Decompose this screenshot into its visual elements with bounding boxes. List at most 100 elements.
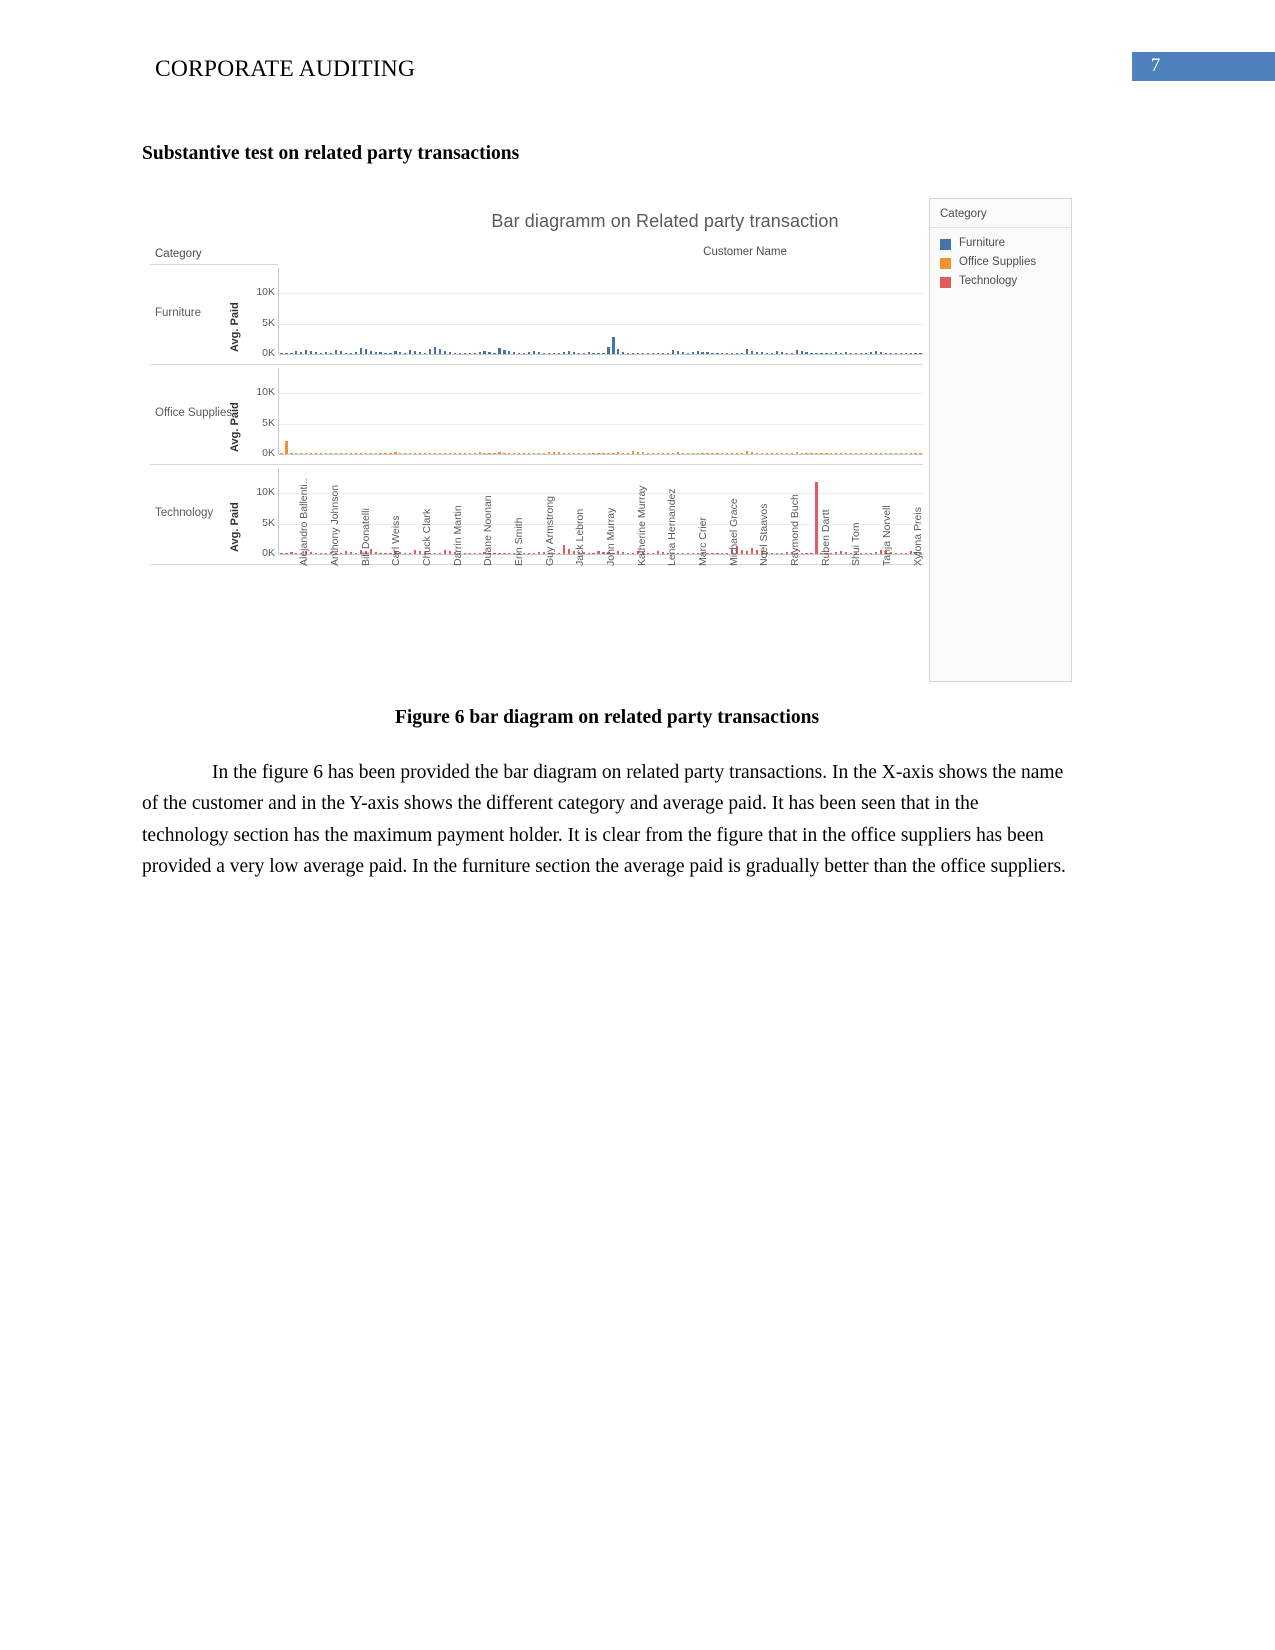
bar (572, 352, 575, 354)
bar (562, 545, 565, 554)
bar (582, 353, 585, 354)
bar (334, 453, 338, 454)
bar (409, 453, 412, 454)
y-tick-label: 5K (262, 416, 275, 429)
bar (627, 352, 630, 354)
bar (716, 453, 719, 454)
bar (805, 351, 808, 354)
x-axis-label: Shui Tom (850, 522, 863, 566)
chart-title: Bar diagramm on Related party transactio… (491, 211, 839, 231)
bar (315, 351, 318, 354)
bar (364, 349, 367, 354)
bar (627, 453, 630, 454)
bar (389, 452, 392, 454)
bar (632, 553, 635, 554)
x-axis-label: Lena Hernandez (666, 488, 679, 566)
bar (666, 453, 669, 454)
bar (285, 553, 288, 554)
x-axis-label: Marc Crier (697, 517, 709, 566)
bar (562, 351, 565, 354)
bar (310, 453, 313, 454)
bar (726, 453, 729, 454)
bar (681, 352, 684, 354)
bar (780, 453, 783, 454)
bar (666, 353, 669, 354)
bar (384, 553, 387, 554)
bar (468, 353, 471, 354)
x-axis-label: Anthony Johnson (329, 484, 341, 566)
bar (349, 453, 352, 454)
bar (508, 552, 511, 554)
bar (379, 453, 382, 454)
bar (706, 453, 709, 454)
x-axis-label: Tanja Norvell (881, 505, 893, 566)
bar (483, 351, 486, 354)
bar (443, 350, 447, 354)
bar (280, 353, 283, 354)
bar (478, 352, 481, 354)
bar (721, 352, 724, 354)
bar (899, 353, 902, 354)
gridline (279, 423, 923, 425)
bar (874, 452, 878, 454)
bar (429, 453, 432, 454)
bar (701, 453, 704, 454)
bar (344, 452, 347, 454)
bar (632, 451, 635, 454)
bar (760, 352, 764, 354)
bar (746, 551, 749, 554)
bar (513, 352, 516, 354)
bar (300, 453, 303, 454)
row-field-label: Category (155, 248, 202, 260)
bar (547, 452, 551, 454)
bar (463, 553, 466, 554)
bar (741, 550, 744, 554)
bar (503, 452, 506, 454)
bar (651, 553, 655, 554)
bar (661, 552, 665, 554)
bar (448, 550, 452, 554)
bar (473, 453, 476, 454)
bar (537, 352, 541, 354)
bar (567, 549, 570, 554)
bar (815, 352, 818, 354)
bar (825, 453, 828, 454)
bar (691, 352, 694, 354)
bar (562, 452, 565, 454)
bar (533, 350, 536, 354)
legend-title: Category (940, 208, 987, 220)
bar (835, 552, 838, 554)
bar (869, 452, 873, 454)
bar (409, 350, 412, 354)
bar (642, 353, 645, 354)
bar (780, 352, 783, 354)
bar (864, 353, 868, 354)
bar (295, 351, 298, 354)
bar (899, 453, 902, 454)
bar (607, 347, 610, 354)
legend-swatch-icon (940, 258, 951, 269)
bar (874, 551, 878, 554)
y-tick-label: 5K (262, 516, 275, 529)
x-axis-label: Katherine Murray (635, 485, 648, 566)
gridline (279, 493, 923, 495)
axis-baseline (279, 354, 923, 355)
bar (711, 553, 714, 554)
bar (409, 553, 412, 554)
bar (721, 453, 724, 454)
bar (329, 352, 333, 354)
chart-panels: Furniture Avg. Paid 0K 5K 10K Office Supplies… (145, 264, 923, 565)
bar (681, 452, 684, 454)
y-tick-label: 0K (262, 547, 275, 559)
bar (369, 350, 372, 354)
bar (686, 453, 689, 454)
bar (632, 353, 635, 354)
bar (741, 452, 744, 454)
bar (691, 553, 694, 554)
bar (780, 553, 783, 554)
bar (285, 441, 288, 454)
bar (810, 553, 813, 554)
y-axis-title: Avg. Paid (229, 302, 241, 352)
bar (696, 453, 699, 454)
bar (830, 353, 833, 354)
